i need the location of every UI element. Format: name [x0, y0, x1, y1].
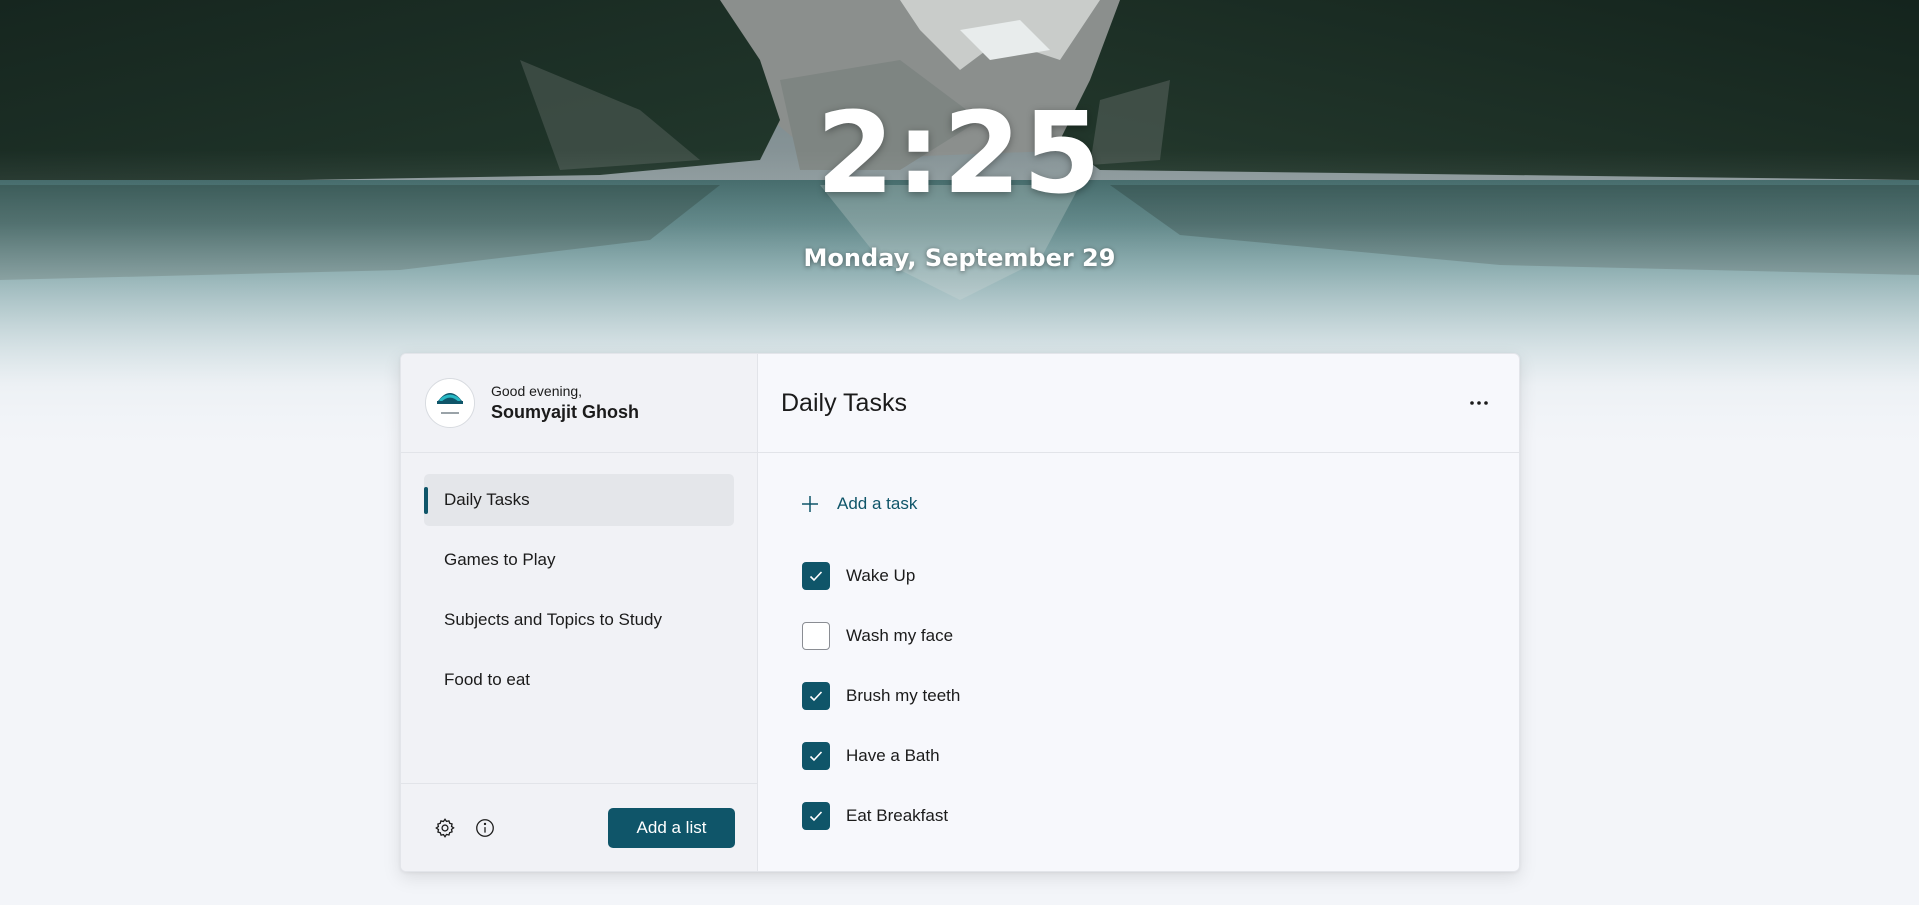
add-list-button[interactable]: Add a list — [608, 807, 735, 848]
task-item[interactable]: Eat Breakfast — [802, 802, 960, 862]
sidebar-item-food-to-eat[interactable]: Food to eat — [424, 654, 734, 706]
task-label: Eat Breakfast — [846, 806, 949, 825]
checkmark-icon — [809, 811, 823, 822]
add-task-button[interactable]: Add a task — [801, 489, 917, 519]
more-options-button[interactable] — [1461, 385, 1497, 421]
avatar[interactable] — [425, 378, 475, 428]
task-checkbox[interactable] — [802, 682, 830, 710]
task-label: Brush my teeth — [846, 686, 961, 705]
task-checkbox[interactable] — [802, 742, 830, 770]
task-list: Wake Up Wash my face Brush my teeth Have… — [802, 562, 960, 862]
task-checkbox[interactable] — [802, 562, 830, 590]
task-item[interactable]: Wake Up — [802, 562, 960, 622]
task-label: Wash my face — [846, 626, 954, 645]
pane-header: Daily Tasks — [758, 354, 1519, 453]
sidebar: Good evening, Soumyajit Ghosh Daily Task… — [401, 354, 758, 871]
info-icon[interactable] — [471, 814, 499, 842]
task-checkbox[interactable] — [802, 622, 830, 650]
clock-date: Monday, September 29 — [803, 244, 1116, 272]
checkmark-icon — [809, 571, 823, 582]
plus-icon — [802, 496, 818, 512]
checkmark-icon — [809, 751, 823, 762]
sidebar-item-label: Subjects and Topics to Study — [444, 610, 662, 629]
sidebar-item-games-to-play[interactable]: Games to Play — [424, 534, 734, 586]
sidebar-item-daily-tasks[interactable]: Daily Tasks — [424, 474, 734, 526]
task-lists: Daily Tasks Games to Play Subjects and T… — [401, 453, 757, 706]
clock-time: 2:25 — [816, 89, 1103, 219]
profile-header: Good evening, Soumyajit Ghosh — [401, 354, 757, 453]
add-task-label: Add a task — [837, 494, 918, 513]
page-title: Daily Tasks — [781, 388, 907, 417]
gear-icon[interactable] — [431, 814, 459, 842]
greeting-text: Good evening, — [491, 383, 583, 399]
more-horizontal-icon — [1470, 401, 1488, 405]
task-checkbox[interactable] — [802, 802, 830, 830]
task-label: Have a Bath — [846, 746, 940, 765]
sidebar-item-subjects-to-study[interactable]: Subjects and Topics to Study — [424, 594, 734, 646]
task-item[interactable]: Brush my teeth — [802, 682, 960, 742]
task-pane: Daily Tasks Add a task Wake Up Wash my f… — [758, 354, 1519, 871]
user-name: Soumyajit Ghosh — [491, 402, 640, 422]
task-item[interactable]: Have a Bath — [802, 742, 960, 802]
sidebar-item-label: Food to eat — [444, 670, 531, 689]
task-label: Wake Up — [846, 566, 916, 585]
sidebar-item-label: Daily Tasks — [444, 490, 530, 509]
task-item[interactable]: Wash my face — [802, 622, 960, 682]
sidebar-item-label: Games to Play — [444, 550, 556, 569]
todo-card: Good evening, Soumyajit Ghosh Daily Task… — [400, 353, 1520, 872]
checkmark-icon — [809, 691, 823, 702]
sidebar-footer: Add a list — [401, 783, 757, 871]
